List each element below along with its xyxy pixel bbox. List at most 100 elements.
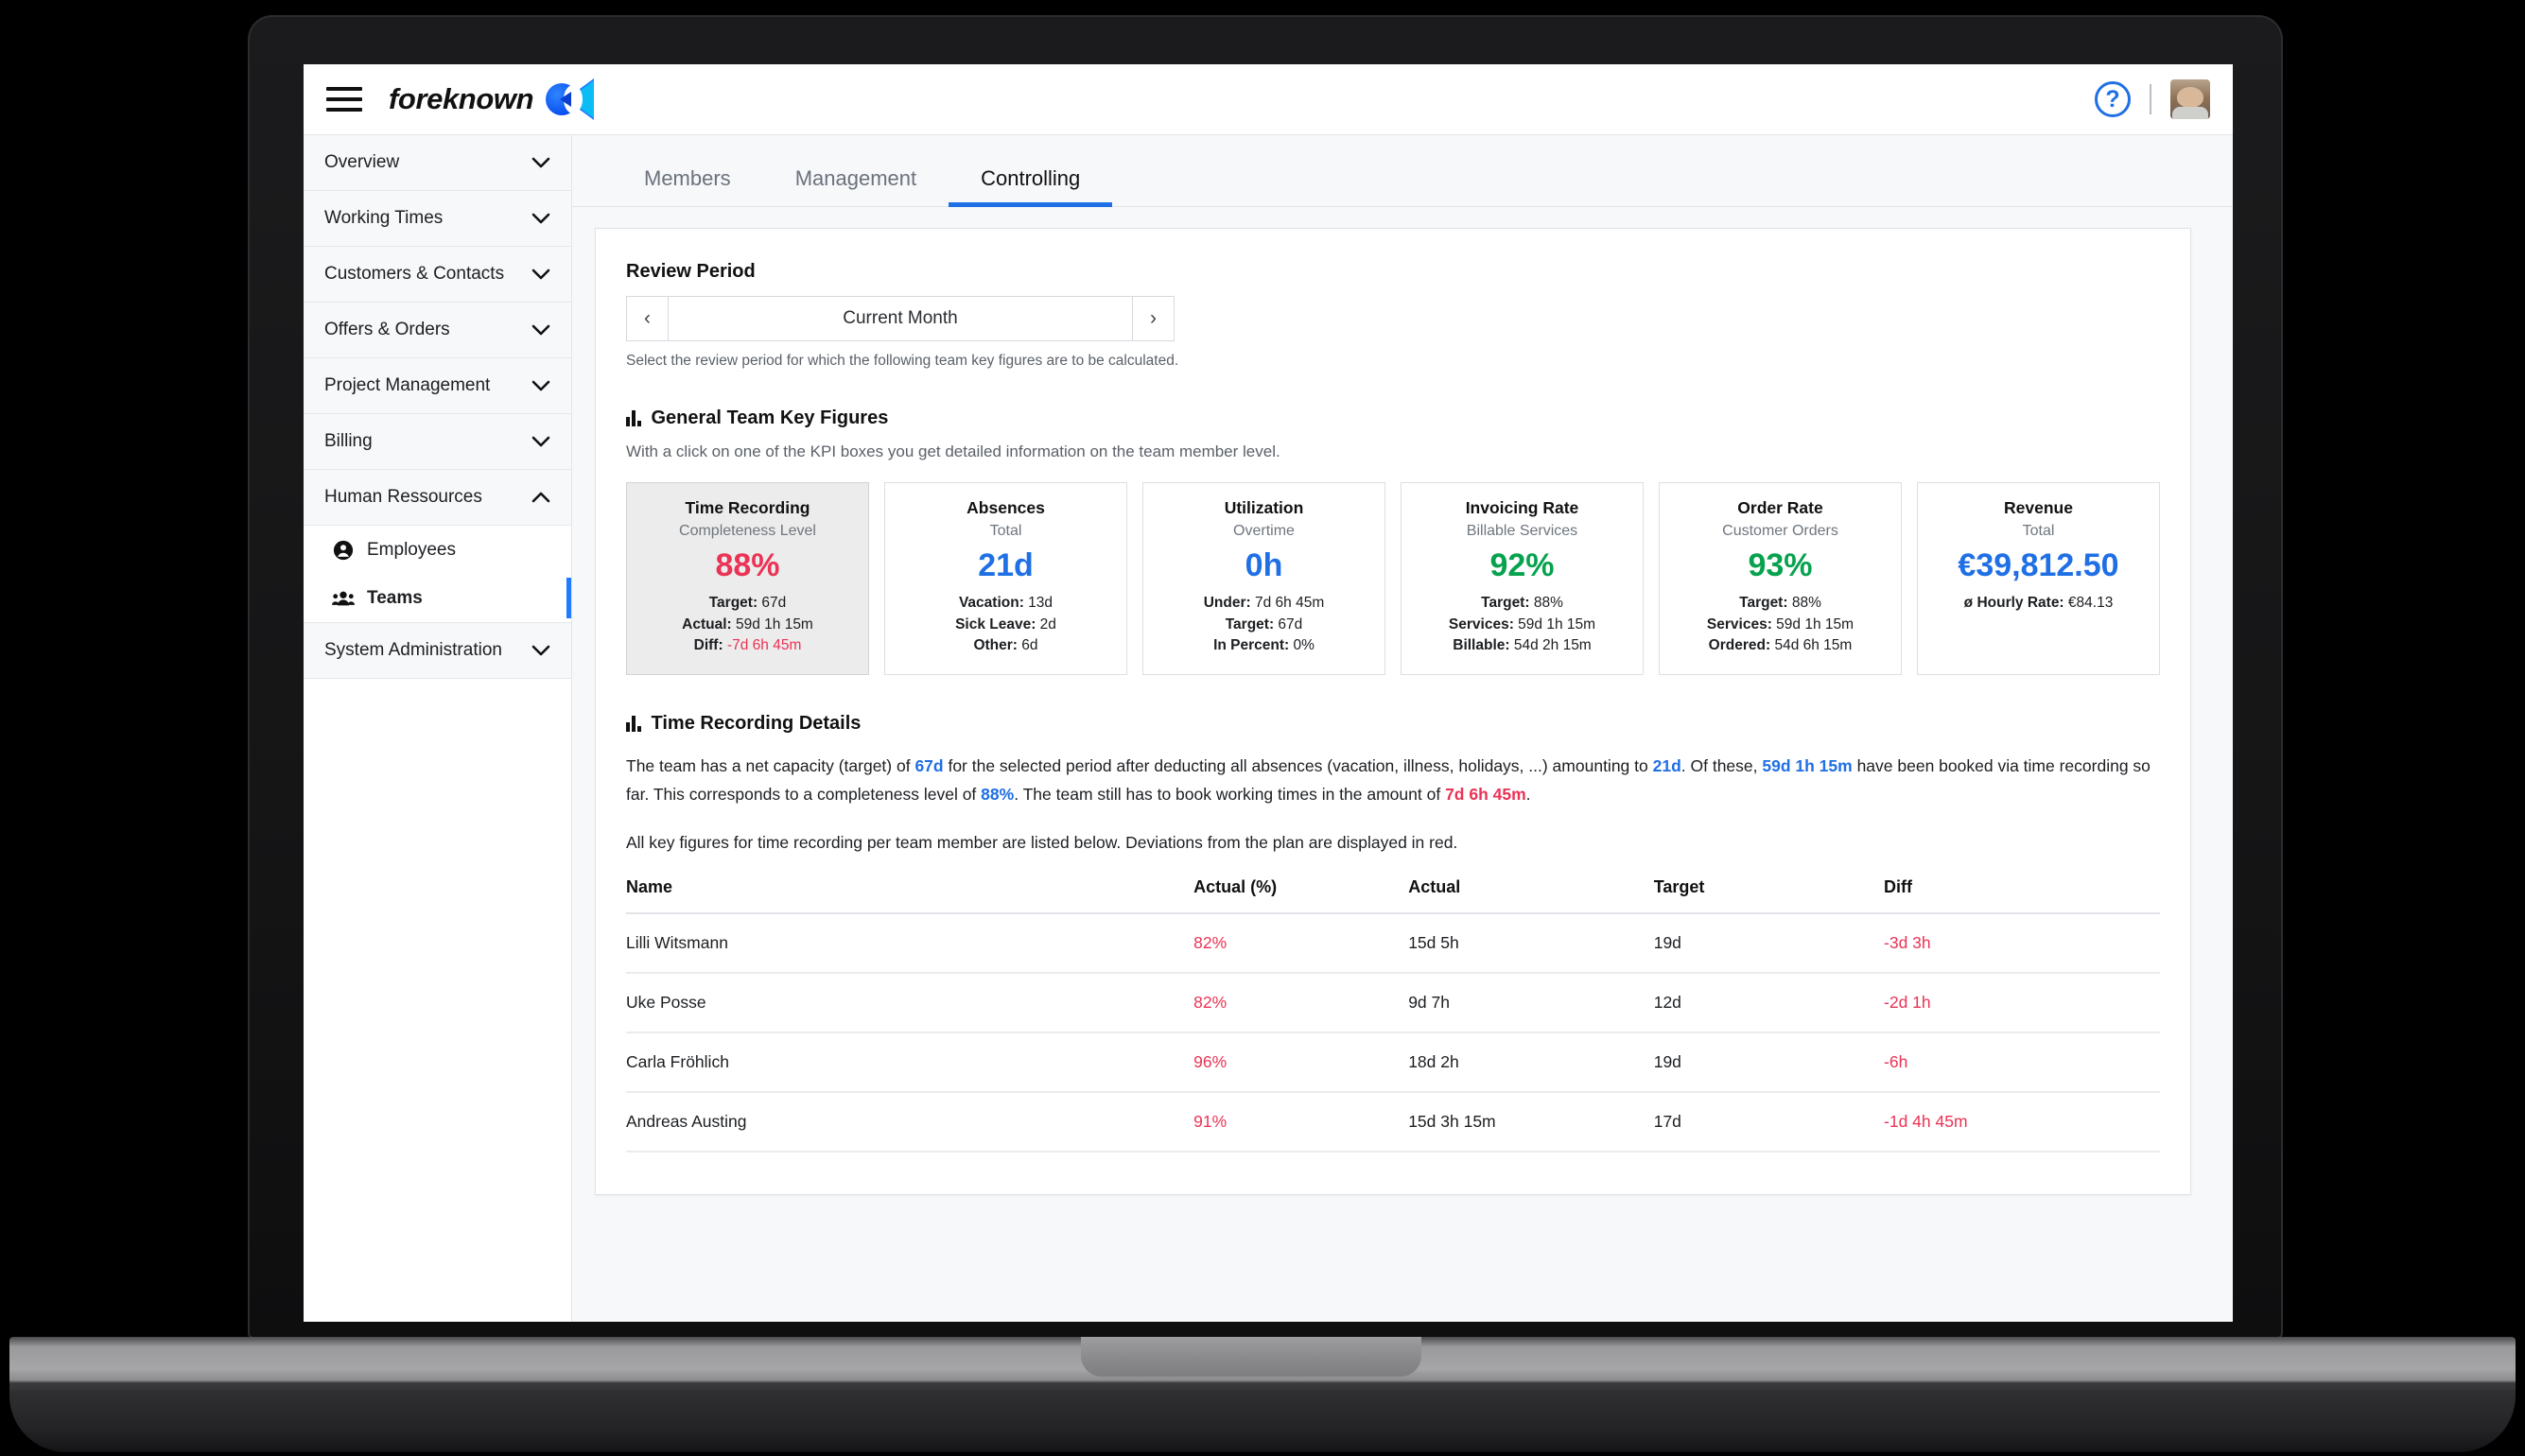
tab-members[interactable]: Members (612, 166, 763, 206)
kpi-subtitle: Customer Orders (1722, 523, 1838, 539)
cell-diff: -3d 3h (1884, 912, 2160, 974)
kpi-detail-lines: Target: 88% Services: 59d 1h 15m Billable:… (1409, 593, 1635, 656)
period-value[interactable]: Current Month (669, 297, 1132, 340)
kpi-subtitle: Overtime (1233, 523, 1295, 539)
column-header-actual: Actual (1408, 876, 1654, 914)
tab-management[interactable]: Management (763, 166, 949, 206)
period-next-button[interactable]: › (1132, 297, 1174, 340)
sidebar-subgroup-human-ressources: Employees Teams (304, 526, 571, 623)
cell-target: 19d (1653, 1031, 1885, 1093)
kpi-detail-line: Sick Leave: 2d (955, 615, 1056, 633)
cell-diff: -1d 4h 45m (1884, 1091, 2160, 1153)
sidebar-item-project-management[interactable]: Project Management (304, 358, 571, 414)
cell-name: Carla Fröhlich (626, 1031, 1194, 1093)
highlight-value: 21d (1652, 755, 1681, 775)
sidebar-item-billing[interactable]: Billing (304, 414, 571, 470)
laptop-foot (9, 1390, 2516, 1452)
sidebar-item-employees[interactable]: Employees (304, 526, 571, 574)
chevron-down-icon (531, 380, 550, 391)
sidebar-label: Human Ressources (324, 487, 482, 507)
kpi-card-revenue[interactable]: Revenue Total €39,812.50 ø Hourly Rate: €84… (1917, 482, 2160, 675)
sidebar-label: Customers & Contacts (324, 264, 505, 284)
sidebar-label: Billing (324, 431, 373, 451)
cell-actual-pct: 82% (1193, 972, 1409, 1033)
kpi-title: Absences (966, 498, 1045, 517)
kpi-detail-line: Vacation: 13d (958, 595, 1054, 612)
cell-name: Uke Posse (626, 972, 1194, 1033)
table-row[interactable]: Carla Fröhlich 96% 18d 2h 19d -6h (626, 1031, 2160, 1093)
kpi-title: Invoicing Rate (1465, 498, 1579, 517)
laptop-mockup: foreknown ? Overview Working Times Custo… (0, 0, 2525, 1456)
sidebar-item-teams[interactable]: Teams (304, 574, 571, 622)
kpi-detail-lines: ø Hourly Rate: €84.13 (1925, 593, 2151, 614)
kpi-detail-line: Other: 6d (973, 637, 1038, 654)
kpi-detail-line: Services: 59d 1h 15m (1706, 615, 1855, 633)
kpi-card-time-recording[interactable]: Time Recording Completeness Level 88% Targe… (626, 482, 869, 675)
sidebar-label: Working Times (324, 208, 444, 228)
chevron-down-icon (531, 436, 550, 447)
sidebar-sub-label: Employees (367, 539, 456, 560)
cell-diff: -2d 1h (1884, 972, 2160, 1033)
bar-chart-icon (626, 410, 641, 426)
sidebar-label: Overview (324, 152, 400, 172)
sidebar-item-customers-contacts[interactable]: Customers & Contacts (304, 247, 571, 303)
header-divider (2150, 84, 2151, 114)
sidebar-item-working-times[interactable]: Working Times (304, 191, 571, 247)
kpi-detail-line: Target: 67d (1225, 615, 1303, 633)
kpi-card-absences[interactable]: Absences Total 21d Vacation: 13d Sick Leave:… (884, 482, 1127, 675)
person-icon (332, 539, 355, 562)
sidebar-label: Project Management (324, 375, 491, 395)
highlight-value: 7d 6h 45m (1445, 784, 1526, 804)
tab-controlling[interactable]: Controlling (949, 166, 1113, 207)
kpi-card-order-rate[interactable]: Order Rate Customer Orders 93% Target: 88% S… (1659, 482, 1902, 675)
cell-actual-pct: 96% (1193, 1031, 1409, 1093)
sidebar-item-system-administration[interactable]: System Administration (304, 623, 571, 679)
cell-actual-pct: 82% (1193, 912, 1409, 974)
foreknown-logo-icon (545, 78, 595, 120)
app-body: Overview Working Times Customers & Conta… (304, 135, 2233, 1322)
table-row[interactable]: Uke Posse 82% 9d 7h 12d -2d 1h (626, 972, 2160, 1033)
kpi-detail-line: Diff: -7d 6h 45m (693, 637, 802, 654)
sidebar-item-overview[interactable]: Overview (304, 135, 571, 191)
period-prev-button[interactable]: ‹ (627, 297, 669, 340)
kpi-detail-line: Target: 67d (708, 595, 787, 612)
team-members-table: Name Actual (%) Actual Target Diff Lilli… (626, 876, 2160, 1153)
review-period-selector: ‹ Current Month › (626, 296, 1175, 341)
kpi-detail-line: Services: 59d 1h 15m (1448, 615, 1596, 633)
avatar[interactable] (2170, 79, 2210, 119)
sidebar-item-offers-orders[interactable]: Offers & Orders (304, 303, 571, 358)
header-actions: ? (2095, 79, 2210, 119)
table-row[interactable]: Andreas Austing 91% 15d 3h 15m 17d -1d 4h 45… (626, 1091, 2160, 1153)
time-details-title: Time Recording Details (651, 712, 862, 734)
column-header-actual-pct: Actual (%) (1193, 876, 1409, 914)
column-header-name: Name (626, 876, 1194, 914)
sidebar-label: System Administration (324, 640, 502, 660)
time-details-paragraph-2: All key figures for time recording per t… (626, 832, 1458, 852)
app-header: foreknown ? (304, 64, 2233, 135)
chevron-down-icon (531, 269, 550, 280)
cell-actual: 9d 7h (1408, 972, 1654, 1033)
cell-actual-pct: 91% (1193, 1091, 1409, 1153)
kpi-title: Time Recording (685, 498, 810, 517)
kpi-subtitle: Total (2022, 523, 2055, 539)
cell-target: 12d (1653, 972, 1885, 1033)
cell-actual: 18d 2h (1408, 1031, 1654, 1093)
sidebar-item-human-ressources[interactable]: Human Ressources (304, 470, 571, 526)
kpi-value: €39,812.50 (1958, 547, 2119, 583)
kpi-card-invoicing-rate[interactable]: Invoicing Rate Billable Services 92% Target… (1401, 482, 1644, 675)
kpi-detail-line: Actual: 59d 1h 15m (682, 615, 813, 633)
kpi-detail-line: Target: 88% (1739, 595, 1821, 612)
key-figures-header: General Team Key Figures (626, 407, 2160, 429)
chevron-down-icon (531, 157, 550, 168)
browser-viewport: foreknown ? Overview Working Times Custo… (304, 64, 2233, 1322)
kpi-title: Utilization (1224, 498, 1304, 517)
group-icon (332, 587, 355, 610)
key-figures-subtitle: With a click on one of the KPI boxes you… (626, 442, 1280, 460)
brand-logo[interactable]: foreknown (389, 78, 595, 120)
help-icon[interactable]: ? (2095, 81, 2131, 117)
table-row[interactable]: Lilli Witsmann 82% 15d 5h 19d -3d 3h (626, 912, 2160, 974)
highlight-value: 59d 1h 15m (1762, 755, 1853, 775)
kpi-card-utilization[interactable]: Utilization Overtime 0h Under: 7d 6h 45m Tar… (1142, 482, 1385, 675)
hamburger-menu-icon[interactable] (326, 85, 362, 113)
main-content: Members Management Controlling Review Pe… (572, 135, 2233, 1322)
